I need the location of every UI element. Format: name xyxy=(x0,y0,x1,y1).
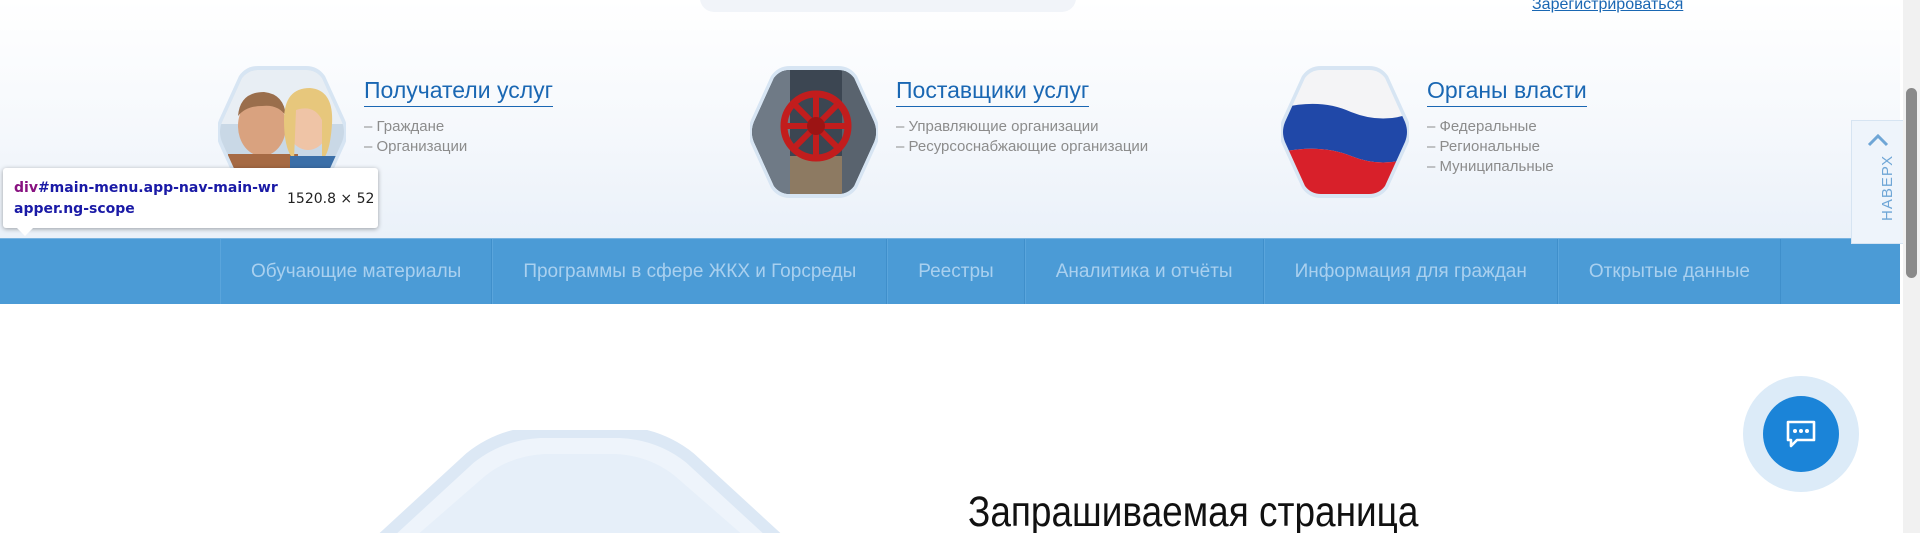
chat-bubble-icon xyxy=(1786,420,1816,448)
devtools-tooltip-arrow xyxy=(17,228,33,236)
category-item[interactable]: – Федеральные xyxy=(1427,117,1587,137)
category-title[interactable]: Органы власти xyxy=(1427,76,1587,107)
category-authorities-text: Органы власти – Федеральные – Региональн… xyxy=(1427,76,1587,177)
page-scrollbar[interactable] xyxy=(1903,0,1920,533)
category-providers-text: Поставщики услуг – Управляющие организац… xyxy=(896,76,1148,157)
category-recipients-text: Получатели услуг – Граждане – Организаци… xyxy=(364,76,554,157)
category-items: – Граждане – Организации xyxy=(364,117,553,157)
register-link[interactable]: Зарегистрироваться xyxy=(1532,0,1683,14)
valve-photo[interactable] xyxy=(750,64,878,200)
page: Зарегистрироваться Получатели услуг – Гр… xyxy=(0,0,1920,533)
chat-button[interactable] xyxy=(1763,396,1839,472)
category-item[interactable]: – Региональные xyxy=(1427,137,1587,157)
nav-item-learning-materials[interactable]: Обучающие материалы xyxy=(220,239,493,304)
back-to-top-label: НАВЕРХ xyxy=(1879,154,1896,221)
category-row: Получатели услуг – Граждане – Организаци… xyxy=(218,64,1618,204)
category-item[interactable]: – Граждане xyxy=(364,117,553,137)
devtools-dimensions: 1520.8 × 52 xyxy=(287,191,375,207)
devtools-tag: div xyxy=(14,180,38,196)
scrollbar-thumb[interactable] xyxy=(1906,88,1917,278)
category-title[interactable]: Получатели услуг xyxy=(364,76,554,107)
category-items: – Управляющие организации – Ресурсоснабж… xyxy=(896,117,1148,157)
russian-flag[interactable] xyxy=(1281,64,1409,200)
search-bar-remnant[interactable] xyxy=(700,0,1076,12)
nav-item-citizens-info[interactable]: Информация для граждан xyxy=(1263,239,1558,304)
error-illustration xyxy=(379,430,781,533)
chevron-up-icon xyxy=(1867,133,1889,147)
back-to-top-button[interactable]: НАВЕРХ xyxy=(1851,120,1903,244)
main-nav-list: Обучающие материалы Программы в сфере ЖК… xyxy=(220,239,1781,304)
devtools-selector-line1: #main-menu.app-nav-main-wr xyxy=(37,180,278,196)
devtools-selector: div#main-menu.app-nav-main-wr apper.ng-s… xyxy=(14,178,284,220)
nav-item-analytics[interactable]: Аналитика и отчёты xyxy=(1024,239,1264,304)
category-items: – Федеральные – Региональные – Муниципал… xyxy=(1427,117,1587,177)
nav-item-registries[interactable]: Реестры xyxy=(887,239,1025,304)
devtools-inspect-tooltip: div#main-menu.app-nav-main-wr apper.ng-s… xyxy=(3,168,378,236)
nav-item-open-data[interactable]: Открытые данные xyxy=(1557,239,1781,304)
category-title[interactable]: Поставщики услуг xyxy=(896,76,1090,107)
category-authorities[interactable]: Органы власти – Федеральные – Региональн… xyxy=(1281,64,1781,204)
category-item[interactable]: – Муниципальные xyxy=(1427,157,1587,177)
main-nav: Обучающие материалы Программы в сфере ЖК… xyxy=(0,238,1900,304)
category-item[interactable]: – Организации xyxy=(364,137,553,157)
category-item[interactable]: – Управляющие организации xyxy=(896,117,1148,137)
page-heading: Запрашиваемая страница xyxy=(968,488,1419,533)
devtools-selector-line2: apper.ng-scope xyxy=(14,201,135,217)
category-item[interactable]: – Ресурсоснабжающие организации xyxy=(896,137,1148,157)
nav-item-programs[interactable]: Программы в сфере ЖКХ и Горсреды xyxy=(492,239,888,304)
category-providers[interactable]: Поставщики услуг – Управляющие организац… xyxy=(750,64,1250,204)
